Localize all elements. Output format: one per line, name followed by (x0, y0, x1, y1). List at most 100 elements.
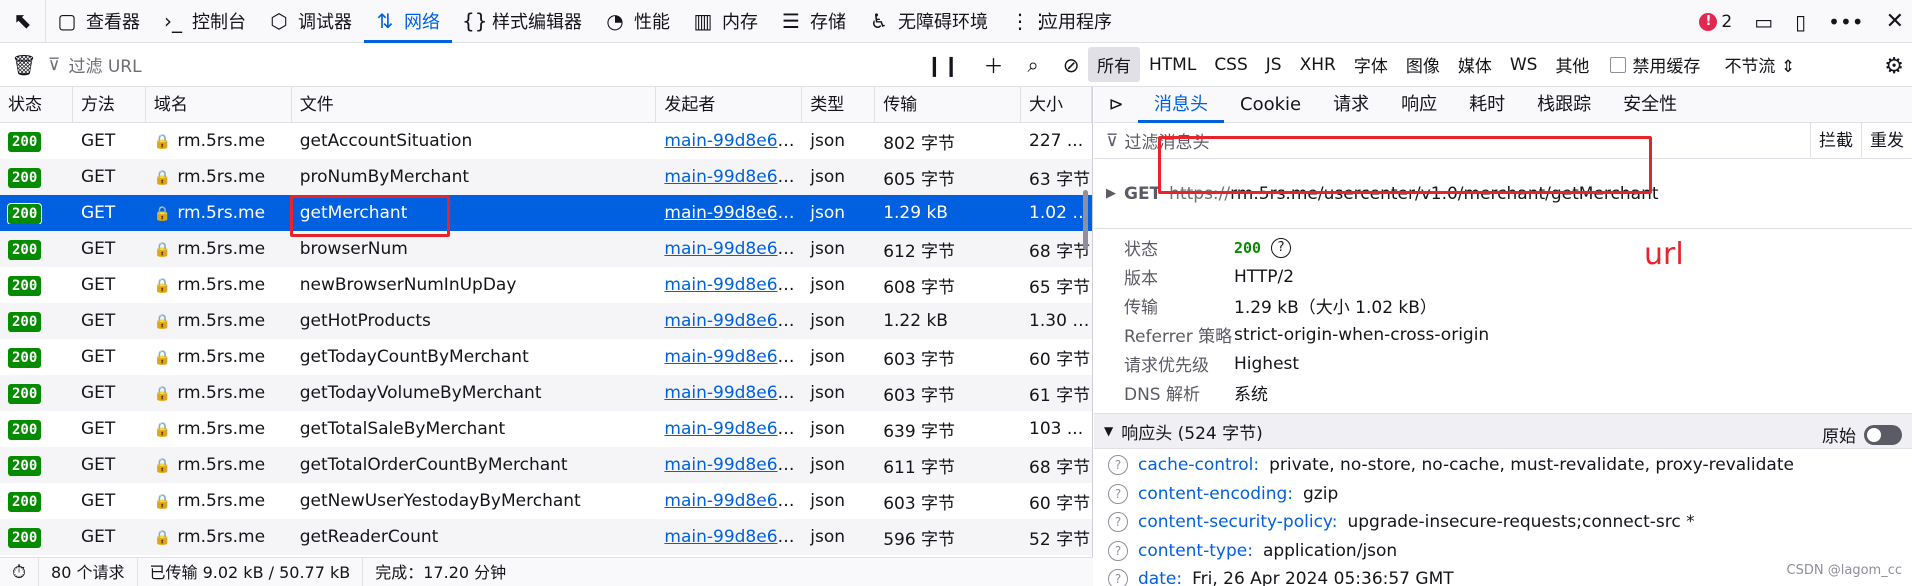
details-tab-6[interactable]: 安全性 (1607, 87, 1693, 123)
initiator-link[interactable]: main-99d8e67... (664, 491, 802, 511)
clear-icon[interactable]: 🗑 (0, 53, 48, 77)
type-filter-7[interactable]: 媒体 (1449, 47, 1501, 82)
tab-9[interactable]: ⋮⋮ 应用程序 (1000, 0, 1124, 43)
column-header-5[interactable]: 类型 (802, 87, 876, 123)
column-header-2[interactable]: 域名 (146, 87, 292, 123)
initiator-link[interactable]: main-99d8e67... (664, 167, 802, 187)
tab-6[interactable]: ▥ 内存 (682, 0, 770, 43)
table-row[interactable]: 200 GET 🔒 rm.5rs.me getTodayVolumeByMerchant… (0, 375, 1092, 411)
tab-2[interactable]: ⬡ 调试器 (258, 0, 364, 43)
pause-icon[interactable]: ❙❙ (926, 53, 960, 77)
details-tab-0[interactable]: 消息头 (1138, 87, 1224, 123)
close-icon[interactable]: ✕ (1886, 9, 1904, 34)
responsive-design-icon[interactable]: ▯ (1795, 10, 1806, 34)
table-row[interactable]: 200 GET 🔒 rm.5rs.me getHotProducts main-99d8e… (0, 303, 1092, 339)
initiator-link[interactable]: main-99d8e67... (664, 311, 802, 331)
settings-gear-icon[interactable]: ⚙ (1884, 54, 1904, 79)
table-row[interactable]: 200 GET 🔒 rm.5rs.me proNumByMerchant main-99d… (0, 159, 1092, 195)
details-tab-1[interactable]: Cookie (1224, 87, 1317, 123)
type-filter-5[interactable]: 字体 (1345, 47, 1397, 82)
more-options-icon[interactable]: ••• (1828, 10, 1863, 34)
details-tab-5[interactable]: 栈跟踪 (1521, 87, 1607, 123)
help-icon[interactable]: ? (1108, 569, 1128, 586)
response-headers-section[interactable]: ▼ 响应头 (524 字节) 原始 (1094, 413, 1912, 449)
tab-5[interactable]: ◔ 性能 (594, 0, 682, 43)
table-row[interactable]: 200 GET 🔒 rm.5rs.me getReaderCount main-99d8e… (0, 519, 1092, 555)
initiator-link[interactable]: main-99d8e67... (664, 383, 802, 403)
initiator-link[interactable]: main-99d8e67... (664, 203, 802, 223)
table-row[interactable]: 200 GET 🔒 rm.5rs.me getNewUserYestodayByMerc… (0, 483, 1092, 519)
tab-1[interactable]: ›_ 控制台 (152, 0, 258, 43)
help-icon[interactable]: ? (1108, 455, 1128, 476)
domain-cell: 🔒 rm.5rs.me (146, 131, 292, 151)
initiator-link[interactable]: main-99d8e67... (664, 347, 802, 367)
type-filter-0[interactable]: 所有 (1088, 47, 1140, 82)
expand-arrow-icon[interactable]: ▶ (1106, 186, 1116, 201)
throttle-select[interactable]: 不节流 ⇕ (1724, 52, 1795, 77)
block-icon[interactable]: ⊘ (1063, 53, 1080, 77)
request-count: 80 个请求 (39, 557, 138, 586)
column-header-4[interactable]: 发起者 (656, 87, 803, 123)
column-header-1[interactable]: 方法 (73, 87, 146, 123)
timer-icon[interactable]: ⏱ (0, 557, 40, 586)
disable-cache-checkbox[interactable]: 禁用缓存 (1610, 52, 1700, 77)
type-filter-4[interactable]: XHR (1291, 50, 1345, 80)
table-scrollbar[interactable] (1083, 190, 1088, 250)
table-row[interactable]: 200 GET 🔒 rm.5rs.me getMerchant main-99d8e67.… (0, 195, 1092, 231)
column-header-6[interactable]: 传输 (875, 87, 1022, 123)
column-header-7[interactable]: 大小 (1021, 87, 1092, 123)
table-row[interactable]: 200 GET 🔒 rm.5rs.me getTodayCountByMerchant m… (0, 339, 1092, 375)
initiator-link[interactable]: main-99d8e67... (664, 131, 802, 151)
initiator-link[interactable]: main-99d8e67... (664, 455, 802, 475)
help-icon[interactable]: ? (1108, 483, 1128, 504)
request-list: 状态 方法 域名 文件 发起者 类型 传输 大小 200 GET 🔒 rm.5rs.me getAcc… (0, 87, 1093, 557)
initiator-link[interactable]: main-99d8e67... (664, 419, 802, 439)
table-row[interactable]: 200 GET 🔒 rm.5rs.me getAccountSituation main-… (0, 123, 1092, 159)
toggle-sidebar-icon[interactable]: ⊳ (1094, 94, 1138, 115)
raw-toggle[interactable]: 原始 (1822, 422, 1902, 447)
type-filter-3[interactable]: JS (1257, 50, 1291, 80)
add-icon[interactable]: ＋ (984, 50, 1004, 79)
split-console-icon[interactable]: ▭ (1754, 10, 1773, 34)
initiator-link[interactable]: main-99d8e67... (664, 239, 802, 259)
details-tab-4[interactable]: 耗时 (1453, 87, 1521, 123)
status-badge: 200 (8, 167, 42, 188)
tab-8[interactable]: ♿ 无障碍环境 (858, 0, 1000, 43)
table-row[interactable]: 200 GET 🔒 rm.5rs.me newBrowserNumInUpDay main… (0, 267, 1092, 303)
details-tab-3[interactable]: 响应 (1385, 87, 1453, 123)
element-picker-icon[interactable]: ⬉ (0, 0, 46, 43)
tab-0[interactable]: ▢ 查看器 (46, 0, 152, 43)
lock-icon: 🔒 (153, 530, 172, 546)
help-icon[interactable]: ? (1271, 237, 1292, 258)
status-badge: 200 (8, 311, 42, 332)
column-header-3[interactable]: 文件 (292, 87, 657, 123)
type-filter-9[interactable]: 其他 (1546, 47, 1598, 82)
table-row[interactable]: 200 GET 🔒 rm.5rs.me getTotalOrderCountByMerc… (0, 447, 1092, 483)
table-row[interactable]: 200 GET 🔒 rm.5rs.me browserNum main-99d8e67..… (0, 231, 1092, 267)
error-count-badge[interactable]: ! 2 (1699, 12, 1732, 32)
details-tab-2[interactable]: 请求 (1317, 87, 1385, 123)
tab-7[interactable]: ☰ 存储 (770, 0, 858, 43)
column-header-0[interactable]: 状态 (0, 87, 73, 123)
table-row[interactable]: 200 GET 🔒 rm.5rs.me getTotalSaleByMerchant ma… (0, 411, 1092, 447)
size-cell: 60 字节 (1029, 493, 1091, 514)
help-icon[interactable]: ? (1108, 540, 1128, 561)
request-details: ⊳ 消息头 Cookie 请求 响应 耗时 栈跟踪 安全性 ⊽ 过滤消息头 拦截 重发 ▶ … (1094, 87, 1912, 586)
tab-3[interactable]: ⇅ 网络 (364, 0, 452, 43)
devtools-tabs: ▢ 查看器 ›_ 控制台 ⬡ 调试器 ⇅ 网络 {} 样式编辑器 ◔ 性能 ▥ 内存 ☰ 存储 ♿ 无障碍环境 ⋮⋮… (46, 0, 1124, 43)
initiator-link[interactable]: main-99d8e67... (664, 275, 802, 295)
tab-4[interactable]: {} 样式编辑器 (452, 0, 594, 43)
filter-url-placeholder: 过滤 URL (68, 57, 142, 77)
info-value: strict-origin-when-cross-origin (1234, 324, 1490, 345)
type-filter-6[interactable]: 图像 (1397, 47, 1449, 82)
resend-button[interactable]: 重发 (1861, 123, 1912, 159)
filter-url-input[interactable]: ⊽ 过滤 URL (48, 52, 916, 78)
type-filter-8[interactable]: WS (1501, 50, 1547, 80)
block-button[interactable]: 拦截 (1810, 123, 1861, 159)
initiator-link[interactable]: main-99d8e67... (664, 527, 802, 547)
type-filter-2[interactable]: CSS (1205, 50, 1256, 80)
status-badge: 200 (8, 239, 42, 260)
help-icon[interactable]: ? (1108, 512, 1128, 533)
search-icon[interactable]: ⌕ (1028, 53, 1039, 77)
type-filter-1[interactable]: HTML (1140, 50, 1205, 80)
